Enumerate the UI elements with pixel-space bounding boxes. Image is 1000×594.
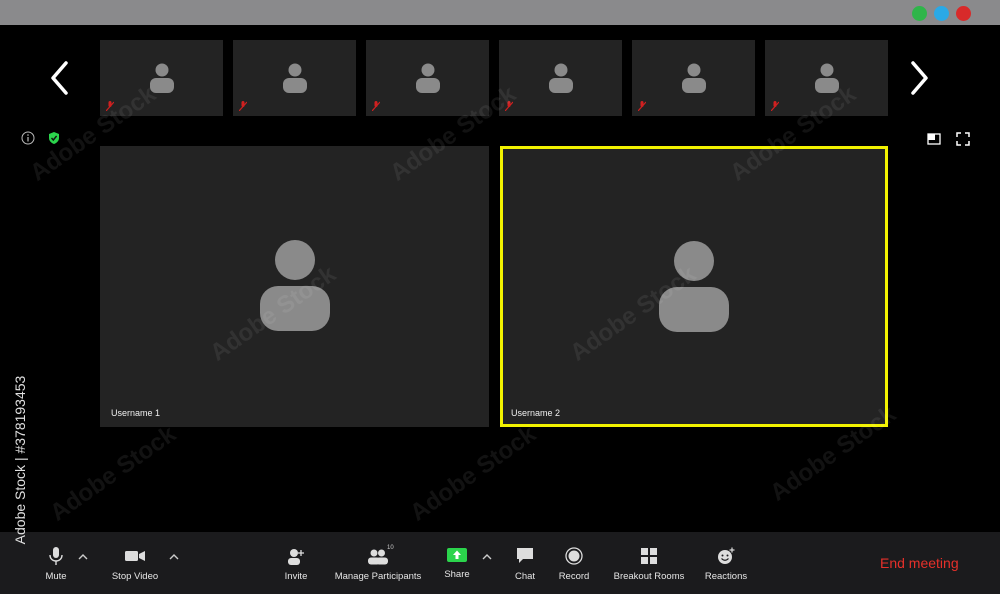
chat-bubble-icon [517,548,533,563]
end-meeting-button[interactable]: End meeting [880,555,959,571]
thumbnail-strip [100,40,888,116]
chat-label: Chat [514,571,536,582]
invite-button[interactable]: Invite [280,532,312,594]
person-avatar-icon [150,63,174,93]
active-speaker-tile[interactable]: Username 2 [500,146,888,427]
video-camera-icon [125,551,145,561]
stock-watermark-side: Adobe Stock | #378193453 [12,375,28,545]
participant-tile[interactable]: Username 1 [100,146,489,427]
person-avatar-icon [659,241,729,332]
window-blue-button[interactable] [934,6,949,21]
speaker-view-icon[interactable] [927,132,941,146]
share-button[interactable]: Share [440,532,474,594]
reactions-label: Reactions [704,571,748,582]
thumbnail-tile[interactable] [233,40,356,116]
thumbnail-tile[interactable] [100,40,223,116]
window-green-button[interactable] [912,6,927,21]
mic-muted-icon [638,101,646,111]
participant-name: Username 1 [111,408,161,418]
info-icon[interactable] [21,131,35,145]
mic-muted-icon [106,101,114,111]
reactions-emoji-icon [718,547,735,564]
microphone-icon [49,547,63,565]
invite-label: Invite [284,571,308,582]
breakout-rooms-label: Breakout Rooms [613,571,685,582]
mute-options-caret-icon[interactable] [77,552,89,562]
participant-count-badge: 10 [387,545,394,551]
person-avatar-icon [682,63,706,93]
breakout-rooms-icon [641,548,657,564]
video-options-caret-icon[interactable] [168,552,180,562]
mic-muted-icon [239,101,247,111]
window-red-button[interactable] [956,6,971,21]
manage-participants-label: Manage Participants [334,571,422,582]
meeting-toolbar: Mute Stop Video Invite Manage Participan… [0,532,1000,594]
person-avatar-icon [549,63,573,93]
mic-muted-icon [505,101,513,111]
shield-check-icon[interactable] [47,131,61,145]
stock-watermark: Adobe Stock [45,420,181,527]
chevron-right-icon[interactable] [908,60,930,96]
mute-label: Mute [45,571,67,582]
fullscreen-icon[interactable] [956,132,970,146]
record-button[interactable]: Record [557,532,591,594]
thumbnail-tile[interactable] [499,40,622,116]
mute-button[interactable]: Mute [40,532,72,594]
person-avatar-icon [416,63,440,93]
manage-participants-button[interactable]: Manage Participants [333,532,423,594]
reactions-button[interactable]: Reactions [704,532,748,594]
breakout-rooms-button[interactable]: Breakout Rooms [612,532,686,594]
record-icon [565,547,583,565]
mic-muted-icon [771,101,779,111]
thumbnail-tile[interactable] [765,40,888,116]
person-avatar-icon [283,63,307,93]
share-label: Share [444,569,470,580]
chat-button[interactable]: Chat [510,532,540,594]
participants-icon [368,549,388,565]
person-avatar-icon [260,240,330,331]
stop-video-button[interactable]: Stop Video [108,532,162,594]
record-label: Record [558,571,590,582]
stop-video-label: Stop Video [111,571,159,582]
stock-watermark: Adobe Stock [405,420,541,527]
participant-name: Username 2 [511,408,561,418]
window-title-bar [0,0,1000,25]
share-options-caret-icon[interactable] [481,552,493,562]
thumbnail-tile[interactable] [632,40,755,116]
add-person-icon [288,549,304,565]
thumbnail-tile[interactable] [366,40,489,116]
mic-muted-icon [372,101,380,111]
share-screen-icon [447,548,467,562]
person-avatar-icon [815,63,839,93]
chevron-left-icon[interactable] [49,60,71,96]
